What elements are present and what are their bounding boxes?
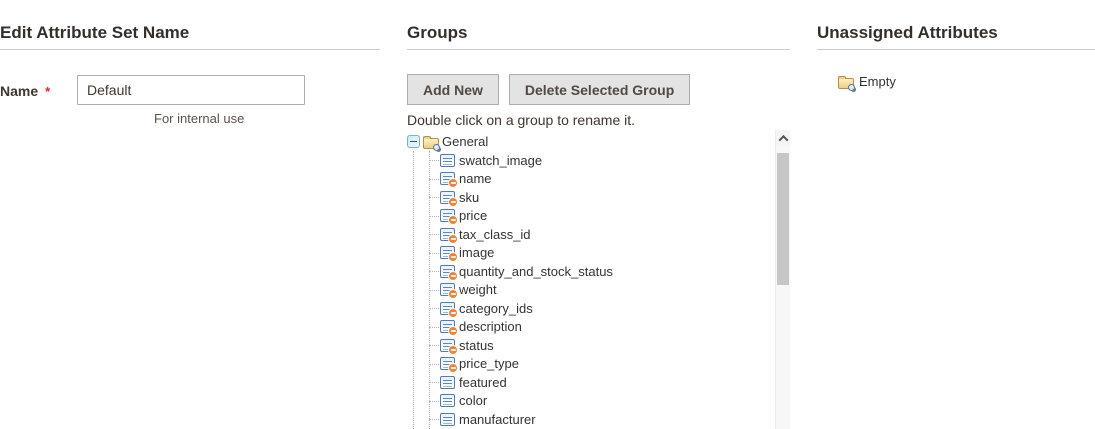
delete-selected-group-button[interactable]: Delete Selected Group <box>509 74 690 105</box>
tree-item-label: name <box>459 171 492 186</box>
name-field-row: Name * For internal use <box>0 75 380 126</box>
add-new-group-button[interactable]: Add New <box>407 74 499 105</box>
tree-children: swatch_image name sku price tax_class_id… <box>407 151 775 429</box>
attribute-system-icon <box>440 283 455 296</box>
name-input[interactable] <box>77 75 305 105</box>
attribute-icon <box>440 413 455 426</box>
system-badge <box>448 345 458 355</box>
scrollbar-thumb[interactable] <box>777 153 789 285</box>
attribute-icon <box>440 394 455 407</box>
tree-item[interactable]: swatch_image <box>407 151 775 170</box>
tree-item[interactable]: price_type <box>407 355 775 374</box>
attribute-system-icon <box>440 172 455 185</box>
system-badge <box>448 363 458 373</box>
attribute-system-icon <box>440 246 455 259</box>
attribute-system-icon <box>440 191 455 204</box>
name-label: Name * <box>0 75 77 99</box>
name-label-text: Name <box>0 83 38 99</box>
attribute-system-icon <box>440 302 455 315</box>
unassigned-empty-label: Empty <box>859 74 896 89</box>
unassigned-panel: Unassigned Attributes Empty <box>817 0 1095 89</box>
system-badge <box>448 326 458 336</box>
tree-item[interactable]: name <box>407 170 775 189</box>
groups-title: Groups <box>407 0 790 50</box>
tree-item-label: tax_class_id <box>459 227 531 242</box>
system-badge <box>448 289 458 299</box>
system-badge <box>448 197 458 207</box>
unassigned-title: Unassigned Attributes <box>817 0 1095 50</box>
attribute-system-icon <box>440 209 455 222</box>
groups-hint: Double click on a group to rename it. <box>407 110 790 130</box>
system-badge <box>448 215 458 225</box>
tree-root-general[interactable]: General <box>407 132 775 151</box>
tree-item-label: price_type <box>459 356 519 371</box>
tree-item-label: status <box>459 338 494 353</box>
tree-item[interactable]: status <box>407 336 775 355</box>
groups-tree-content: General swatch_image name sku price tax_… <box>407 132 775 429</box>
tree-item[interactable]: quantity_and_stock_status <box>407 262 775 281</box>
attribute-icon <box>440 154 455 167</box>
tree-item[interactable]: image <box>407 244 775 263</box>
system-badge <box>448 178 458 188</box>
name-field-note: For internal use <box>154 111 305 126</box>
tree-item-label: color <box>459 393 487 408</box>
tree-item-label: featured <box>459 375 507 390</box>
required-asterisk: * <box>45 84 50 99</box>
tree-item[interactable]: sku <box>407 188 775 207</box>
groups-panel: Groups Add New Delete Selected Group Dou… <box>407 0 790 429</box>
system-badge <box>448 271 458 281</box>
unassigned-empty-node[interactable]: Empty <box>838 74 1095 89</box>
edit-set-panel: Edit Attribute Set Name Name * For intern… <box>0 0 380 126</box>
tree-item-label: manufacturer <box>459 412 536 427</box>
tree-item[interactable]: featured <box>407 373 775 392</box>
tree-item-label: sku <box>459 190 479 205</box>
tree-item-label: weight <box>459 282 497 297</box>
tree-item-label: description <box>459 319 522 334</box>
tree-item[interactable]: description <box>407 318 775 337</box>
folder-search-icon <box>838 78 854 89</box>
system-badge <box>448 308 458 318</box>
attribute-icon <box>440 376 455 389</box>
tree-item[interactable]: color <box>407 392 775 411</box>
attribute-system-icon <box>440 228 455 241</box>
groups-toolbar: Add New Delete Selected Group <box>407 74 790 105</box>
system-badge <box>448 252 458 262</box>
tree-item[interactable]: category_ids <box>407 299 775 318</box>
tree-item-label: image <box>459 245 494 260</box>
tree-item[interactable]: manufacturer <box>407 410 775 429</box>
tree-item-label: category_ids <box>459 301 533 316</box>
tree-item-label: price <box>459 208 487 223</box>
groups-tree: General swatch_image name sku price tax_… <box>407 130 790 429</box>
scroll-up-button[interactable] <box>776 130 790 146</box>
attribute-set-page: Edit Attribute Set Name Name * For intern… <box>0 0 1095 429</box>
tree-item[interactable]: weight <box>407 281 775 300</box>
tree-scrollbar[interactable] <box>775 130 790 429</box>
edit-set-title: Edit Attribute Set Name <box>0 0 380 50</box>
tree-item-label: swatch_image <box>459 153 542 168</box>
attribute-system-icon <box>440 320 455 333</box>
group-folder-icon <box>423 138 439 149</box>
tree-root-label: General <box>442 134 488 149</box>
system-badge <box>448 234 458 244</box>
attribute-system-icon <box>440 339 455 352</box>
attribute-system-icon <box>440 265 455 278</box>
tree-item[interactable]: price <box>407 207 775 226</box>
name-field-wrap: For internal use <box>77 75 305 126</box>
tree-item[interactable]: tax_class_id <box>407 225 775 244</box>
attribute-system-icon <box>440 357 455 370</box>
collapse-node-icon[interactable] <box>407 135 420 148</box>
tree-item-label: quantity_and_stock_status <box>459 264 613 279</box>
